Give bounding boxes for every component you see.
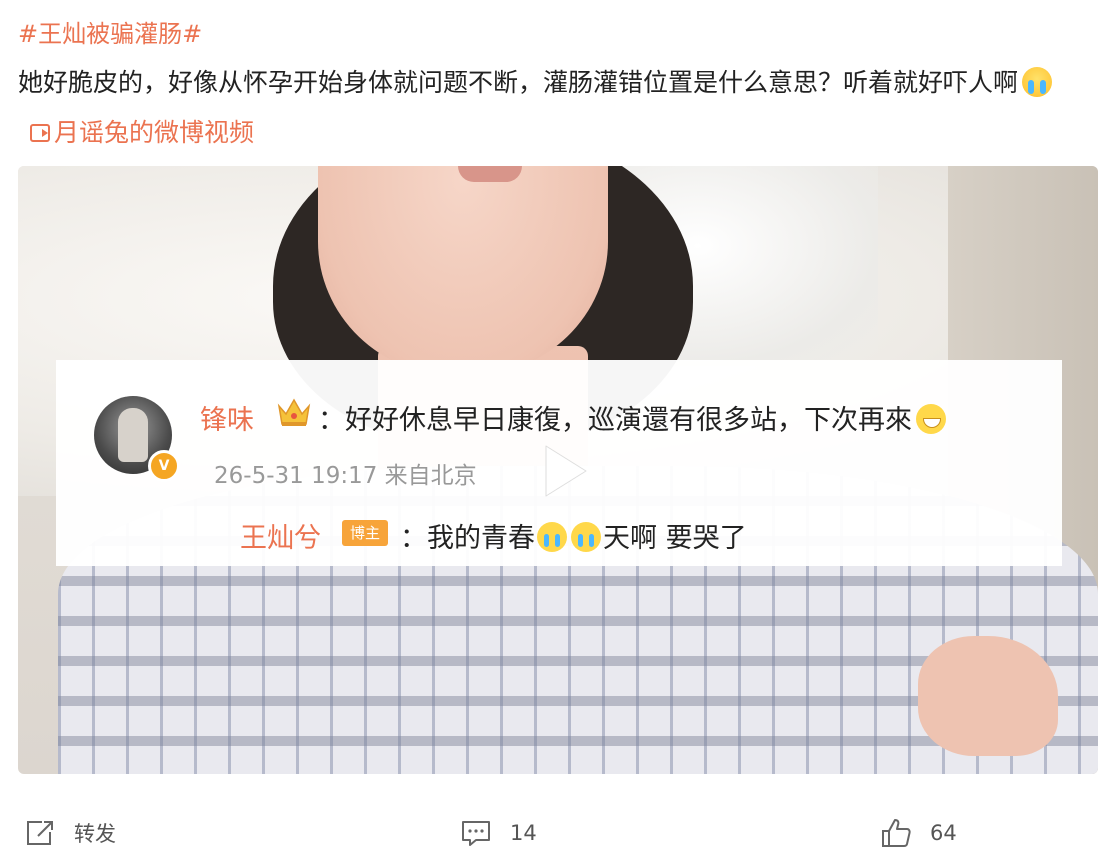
comment-location: 来自北京 bbox=[384, 463, 477, 489]
video-lips bbox=[458, 166, 522, 182]
video-player[interactable]: V 锋味 ：好好休息早日康復，巡演還有很多站，下次再來 26-5-31 19:1… bbox=[18, 166, 1098, 774]
comment-text-content: ：好好休息早日康復，巡演還有很多站，下次再來 bbox=[318, 405, 912, 436]
crown-icon bbox=[277, 398, 311, 426]
verified-badge-icon: V bbox=[148, 450, 180, 482]
post-text-content: 她好脆皮的，好像从怀孕开始身体就问题不断，灌肠灌错位置是什么意思？听着就好吓人啊 bbox=[18, 68, 1019, 97]
comment-text: ：好好休息早日康復，巡演還有很多站，下次再來 bbox=[318, 398, 946, 437]
weibo-post: #王灿被骗灌肠# 她好脆皮的，好像从怀孕开始身体就问题不断，灌肠灌错位置是什么意… bbox=[0, 0, 1098, 866]
commenter-name: 锋味 bbox=[200, 405, 254, 436]
repost-button[interactable]: 转发 bbox=[24, 816, 116, 850]
reply-author-name: 王灿兮 bbox=[240, 523, 321, 554]
like-count: 64 bbox=[930, 821, 957, 845]
post-text: 她好脆皮的，好像从怀孕开始身体就问题不断，灌肠灌错位置是什么意思？听着就好吓人啊… bbox=[18, 58, 1088, 158]
video-link-icon bbox=[30, 124, 50, 142]
comment-time: 26-5-31 19:17 bbox=[214, 463, 378, 489]
smile-emoji-icon bbox=[916, 404, 946, 434]
reply-text-after: 天啊 要哭了 bbox=[603, 523, 747, 554]
like-button[interactable]: 64 bbox=[880, 816, 957, 850]
crying-emoji-icon bbox=[537, 522, 567, 552]
repost-icon bbox=[27, 821, 53, 845]
author-badge: 博主 bbox=[342, 520, 388, 546]
post-actions-bar: 转发 14 64 bbox=[0, 800, 1098, 866]
comment-count: 14 bbox=[510, 821, 537, 845]
video-link[interactable]: 月谣兔的微博视频 bbox=[30, 118, 254, 147]
crying-emoji-icon bbox=[1022, 67, 1053, 97]
reply-text: ：我的青春 天啊 要哭了 bbox=[400, 516, 747, 555]
play-icon[interactable] bbox=[526, 436, 596, 506]
comment-button[interactable]: 14 bbox=[460, 816, 537, 850]
topic-hashtag-link[interactable]: #王灿被骗灌肠# bbox=[18, 14, 202, 49]
repost-label: 转发 bbox=[74, 822, 116, 846]
video-hand bbox=[918, 636, 1058, 756]
reply-text-before: ：我的青春 bbox=[400, 523, 535, 554]
comment-meta: 26-5-31 19:17 来自北京 bbox=[214, 456, 477, 490]
crying-emoji-icon bbox=[571, 522, 601, 552]
comment-icon bbox=[462, 821, 490, 846]
video-link-label: 月谣兔的微博视频 bbox=[54, 118, 255, 147]
like-icon bbox=[882, 819, 911, 847]
avatar-figure bbox=[118, 408, 148, 462]
